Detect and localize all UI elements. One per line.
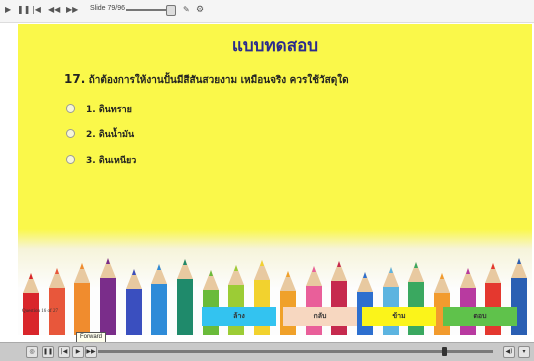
question-prompt: ถ้าต้องการให้งานปั้นมีสีสันสวยงาม เหมือน… xyxy=(88,75,349,86)
fast-forward-icon[interactable]: ▶▶ xyxy=(66,5,78,15)
settings-icon[interactable]: ⚙ xyxy=(196,5,204,15)
pencil xyxy=(126,269,142,335)
radio-button[interactable] xyxy=(66,104,75,113)
progress-handle[interactable] xyxy=(442,347,447,356)
rewind-icon[interactable]: ◀◀ xyxy=(48,5,60,15)
clear-button[interactable]: ล้าง xyxy=(202,307,276,326)
slide: แบบทดสอบ 17. ถ้าต้องการให้งานปั้นมีสีสัน… xyxy=(18,24,532,335)
question-number: 17. xyxy=(64,72,86,86)
first-slide-icon[interactable]: |◀ xyxy=(58,346,70,358)
back-button[interactable]: กลับ xyxy=(283,307,357,326)
slide-title: แบบทดสอบ xyxy=(231,36,319,56)
pencil xyxy=(100,258,116,335)
choice-label: 1. ดินทราย xyxy=(86,105,132,115)
pencil xyxy=(177,259,193,335)
question-text: 17. ถ้าต้องการให้งานปั้นมีสีสันสวยงาม เห… xyxy=(64,72,349,88)
pencil xyxy=(74,263,90,335)
forward-icon[interactable]: ▶▶ xyxy=(85,346,97,358)
zoom-slider-handle[interactable] xyxy=(166,5,176,16)
radio-button[interactable] xyxy=(66,155,75,164)
choice-label: 2. ดินน้ำมัน xyxy=(86,130,135,140)
submit-button[interactable]: ตอบ xyxy=(443,307,517,326)
question-count: Question 16 of 27 xyxy=(22,309,58,314)
skip-button[interactable]: ข้าม xyxy=(362,307,436,326)
pencil xyxy=(49,268,65,335)
pause-icon[interactable]: ❚❚ xyxy=(17,5,30,15)
pencil xyxy=(23,273,39,335)
slide-counter: Slide 79/96 xyxy=(90,5,126,12)
volume-icon[interactable]: ◀) xyxy=(503,346,515,358)
choice-label: 3. ดินเหนียว xyxy=(86,156,137,166)
radio-button[interactable] xyxy=(66,129,75,138)
loop-icon[interactable]: ◎ xyxy=(26,346,38,358)
pause-icon[interactable]: ❚❚ xyxy=(42,346,54,358)
first-slide-icon[interactable]: |◀ xyxy=(32,5,41,15)
play-icon[interactable]: ▶ xyxy=(72,346,84,358)
top-toolbar: ▶ ❚❚ |◀ ◀◀ ▶▶ Slide 79/96 ✎ ⚙ xyxy=(0,0,534,23)
play-icon[interactable]: ▶ xyxy=(5,5,11,15)
pen-icon[interactable]: ✎ xyxy=(183,5,190,15)
progress-track[interactable] xyxy=(98,350,493,353)
menu-icon[interactable]: ▾ xyxy=(518,346,530,358)
pencil xyxy=(151,264,167,335)
player-controls: ◎ ❚❚ |◀ ▶ ▶▶ ◀) ▾ xyxy=(0,342,534,361)
